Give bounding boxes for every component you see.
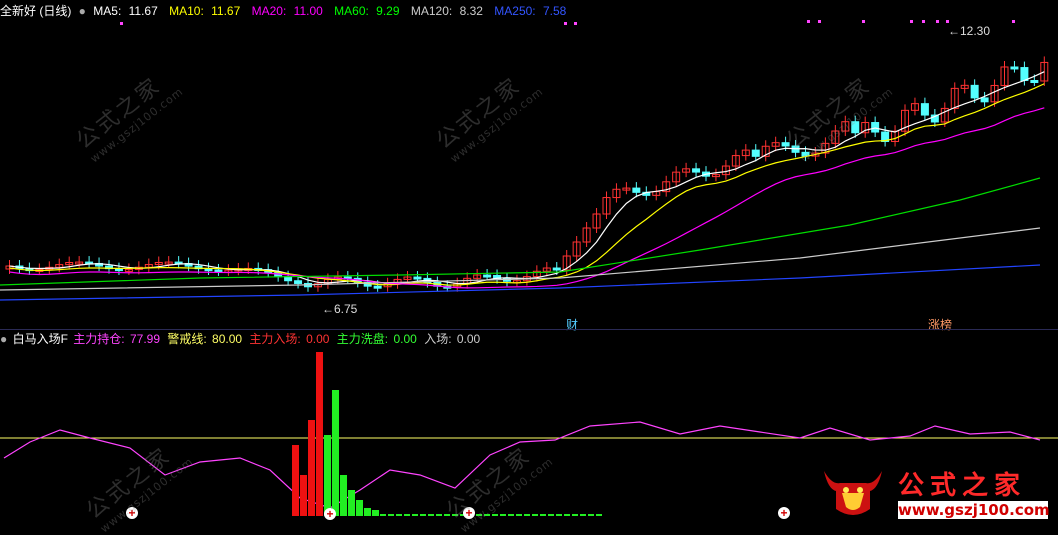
candle-body: [294, 280, 303, 284]
wash-bar: [412, 514, 418, 516]
entry-bar: [308, 420, 315, 516]
candle-body: [552, 267, 561, 271]
ma10-line: [9, 83, 1045, 286]
wash-bar: [452, 514, 458, 516]
ma5-line: [9, 71, 1045, 285]
stock-title[interactable]: 全新好 (日线): [0, 4, 71, 18]
entry-signal-icon: +: [126, 507, 138, 519]
rc-label: 入场: 0.00: [424, 332, 481, 346]
low-price-marker: ←6.75: [322, 302, 358, 316]
wash-bar: [324, 435, 331, 516]
wash-bar: [588, 514, 594, 516]
zlrc-label: 主力入场: 0.00: [249, 332, 330, 346]
candle-body: [751, 149, 760, 157]
wash-bar: [556, 514, 562, 516]
wash-bar: [436, 514, 442, 516]
candle-body: [413, 276, 422, 280]
candle-body: [871, 122, 880, 133]
wash-bar: [364, 508, 371, 516]
entry-signal-icon: +: [324, 508, 336, 520]
wash-bar: [420, 514, 426, 516]
wash-bar: [508, 514, 514, 516]
wash-bar: [492, 514, 498, 516]
candle-body: [781, 142, 790, 147]
candle-body: [980, 97, 989, 103]
wash-bar: [524, 514, 530, 516]
wash-bar: [580, 514, 586, 516]
wash-bar: [572, 514, 578, 516]
candle-body: [920, 103, 929, 116]
ma60-label: MA60: 9.29: [334, 4, 400, 18]
wash-bar: [428, 514, 434, 516]
candle-body: [214, 269, 223, 273]
zlxp-label: 主力洗盘: 0.00: [336, 332, 417, 346]
wash-bar: [596, 514, 602, 516]
wash-bar: [396, 514, 402, 516]
indicator-settings-icon[interactable]: ●: [0, 332, 7, 346]
brand-name: 公式之家: [898, 471, 1027, 501]
candle-body: [692, 168, 701, 173]
signal-dot: [574, 22, 577, 25]
wash-bar: [564, 514, 570, 516]
ma20-label: MA20: 11.00: [251, 4, 323, 18]
candle-body: [373, 285, 382, 289]
main-header: 全新好 (日线) ● MA5: 11.67 MA10: 11.67 MA20: …: [0, 0, 1058, 22]
ma5-label: MA5: 11.67: [93, 4, 158, 18]
wash-bar: [356, 500, 363, 516]
candle-body: [851, 121, 860, 134]
wash-bar: [532, 514, 538, 516]
wash-bar: [516, 514, 522, 516]
ma120-label: MA120: 8.32: [410, 4, 483, 18]
high-price-marker: ←12.30: [948, 24, 991, 38]
wash-bar: [500, 514, 506, 516]
wash-bar: [540, 514, 546, 516]
entry-bar: [300, 475, 307, 516]
entry-bar: [316, 352, 323, 516]
entry-signal-icon: +: [463, 507, 475, 519]
indicator-header: ● 白马入场F 主力持仓: 77.99 警戒线: 80.00 主力入场: 0.0…: [0, 330, 1058, 348]
entry-bar: [292, 445, 299, 516]
signal-dot: [120, 22, 123, 25]
wash-bar: [404, 514, 410, 516]
candle-body: [1020, 67, 1029, 82]
candle-body: [483, 274, 492, 278]
brand-url: www.gszj100.com: [898, 501, 1050, 519]
zlcc-label: 主力持仓: 77.99: [73, 332, 160, 346]
entry-signal-icon: +: [778, 507, 790, 519]
ma60-line: [0, 177, 1041, 286]
indicator-name[interactable]: 白马入场F: [13, 332, 68, 346]
wash-bar: [444, 514, 450, 516]
jjx-label: 警戒线: 80.00: [167, 332, 243, 346]
ma250-label: MA250: 7.58: [494, 4, 567, 18]
candle-body: [970, 84, 979, 99]
signal-dot: [564, 22, 567, 25]
ma10-label: MA10: 11.67: [169, 4, 241, 18]
candle-body: [1030, 80, 1039, 84]
candle-body: [1010, 66, 1019, 70]
brand-logo: 公式之家 www.gszj100.com: [816, 461, 1058, 523]
wash-bar: [548, 514, 554, 516]
wash-bar: [348, 490, 355, 516]
wash-bar: [380, 514, 386, 516]
bull-logo-icon: [824, 471, 882, 515]
wash-bar: [340, 475, 347, 516]
candle-body: [632, 187, 641, 193]
ma-toggle-icon[interactable]: ●: [79, 4, 86, 18]
price-chart[interactable]: [0, 0, 1058, 330]
wash-bar: [372, 510, 379, 516]
wash-bar: [476, 514, 482, 516]
wash-bar: [332, 390, 339, 516]
wash-bar: [388, 514, 394, 516]
candlestick-panel[interactable]: 全新好 (日线) ● MA5: 11.67 MA10: 11.67 MA20: …: [0, 0, 1058, 332]
wash-bar: [484, 514, 490, 516]
